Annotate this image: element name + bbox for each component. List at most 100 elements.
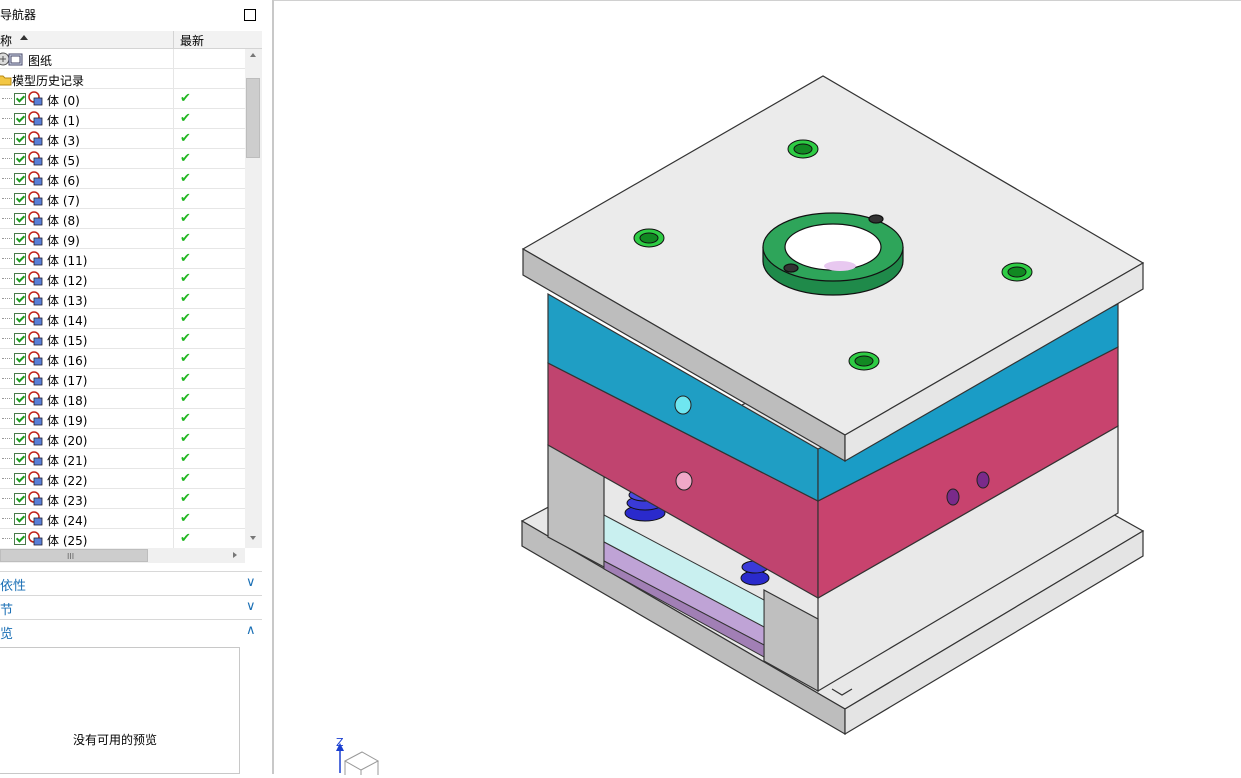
tree-row-body[interactable]: 体 (8) ✔ [0,209,245,229]
tree-row-body[interactable]: 体 (19) ✔ [0,409,245,429]
visibility-checkbox[interactable] [14,113,26,125]
maximize-icon[interactable] [244,9,256,21]
tree-row-body[interactable]: 体 (24) ✔ [0,509,245,529]
column-name-header[interactable]: 称 [0,32,12,49]
tree-row-body[interactable]: 体 (13) ✔ [0,289,245,309]
tree-row-body[interactable]: 体 (25) ✔ [0,529,245,548]
row-divider [173,149,174,169]
visibility-checkbox[interactable] [14,453,26,465]
scroll-thumb[interactable] [246,78,260,158]
solid-body-icon [28,411,43,426]
tree-connector [2,438,12,439]
tree-row-body[interactable]: 体 (9) ✔ [0,229,245,249]
visibility-checkbox[interactable] [14,133,26,145]
tree-row-body[interactable]: 体 (14) ✔ [0,309,245,329]
visibility-checkbox[interactable] [14,533,26,545]
bolt-hole [1001,262,1033,282]
tree-header: 称 最新 [0,31,262,49]
mold-base-model[interactable]: Z [274,1,1241,775]
chevron-down-icon[interactable]: ∨ [246,575,256,590]
column-latest-header[interactable]: 最新 [180,32,204,49]
panel-title: 览 [0,627,14,642]
tree-row-body[interactable]: 体 (18) ✔ [0,389,245,409]
visibility-checkbox[interactable] [14,493,26,505]
tree-row-body[interactable]: 体 (0) ✔ [0,89,245,109]
tree-vertical-scrollbar[interactable] [245,49,262,548]
visibility-checkbox[interactable] [14,373,26,385]
scroll-down-icon[interactable] [250,536,256,540]
row-divider [173,69,174,89]
graphics-window[interactable]: Z [274,0,1241,775]
visibility-checkbox[interactable] [14,213,26,225]
tree-item-label: 体 (15) [47,334,88,348]
tree-connector [2,258,12,259]
row-divider [173,189,174,209]
tree-row-body[interactable]: 体 (17) ✔ [0,369,245,389]
scroll-up-icon[interactable] [250,53,256,57]
tree-row-body[interactable]: 体 (16) ✔ [0,349,245,369]
tree-row-body[interactable]: 体 (1) ✔ [0,109,245,129]
model-tree[interactable]: 图纸 模型历史记录 体 (0) ✔ 体 (1) ✔ 体 (3) ✔ 体 (5) ✔ 体 (6) ✔… [0,49,245,548]
tree-row-body[interactable]: 体 (7) ✔ [0,189,245,209]
visibility-checkbox[interactable] [14,473,26,485]
scroll-right-icon[interactable] [233,552,237,558]
tree-row-body[interactable]: 体 (15) ✔ [0,329,245,349]
tree-row-body[interactable]: 体 (22) ✔ [0,469,245,489]
preview-panel-header[interactable]: 览 ∧ [0,619,262,642]
tree-row-body[interactable]: 体 (6) ✔ [0,169,245,189]
visibility-checkbox[interactable] [14,313,26,325]
tree-item-label: 体 (18) [47,394,88,408]
tree-item-label: 体 (9) [47,234,80,248]
up-to-date-check-icon: ✔ [180,211,191,226]
tree-connector [2,198,12,199]
tree-row-body[interactable]: 体 (11) ✔ [0,249,245,269]
visibility-checkbox[interactable] [14,413,26,425]
cooling-hole [674,395,692,415]
details-panel-header[interactable]: 节 ∨ [0,595,262,618]
visibility-checkbox[interactable] [14,93,26,105]
solid-body-icon [28,311,43,326]
solid-body-icon [28,291,43,306]
visibility-checkbox[interactable] [14,173,26,185]
visibility-checkbox[interactable] [14,153,26,165]
tree-row-model-history[interactable]: 模型历史记录 [0,69,245,89]
visibility-checkbox[interactable] [14,513,26,525]
visibility-checkbox[interactable] [14,233,26,245]
visibility-checkbox[interactable] [14,433,26,445]
tree-row-body[interactable]: 体 (12) ✔ [0,269,245,289]
visibility-checkbox[interactable] [14,353,26,365]
solid-body-icon [28,131,43,146]
tree-row-body[interactable]: 体 (23) ✔ [0,489,245,509]
preview-empty-message: 没有可用的预览 [73,733,158,747]
tree-row-body[interactable]: 体 (5) ✔ [0,149,245,169]
tree-item-label: 体 (20) [47,434,88,448]
navigator-title: 导航器 [0,8,37,22]
tree-connector [2,158,12,159]
row-divider [173,49,174,69]
visibility-checkbox[interactable] [14,273,26,285]
hscroll-grip: III [67,552,75,561]
z-axis-label: Z [336,736,344,749]
hscroll-thumb[interactable]: III [0,549,148,562]
tree-row-body[interactable]: 体 (20) ✔ [0,429,245,449]
visibility-checkbox[interactable] [14,193,26,205]
dependencies-panel-header[interactable]: 依性 ∨ [0,571,262,594]
tree-connector [2,238,12,239]
visibility-checkbox[interactable] [14,393,26,405]
visibility-checkbox[interactable] [14,333,26,345]
tree-connector [2,218,12,219]
solid-body-icon [28,491,43,506]
tree-row-body[interactable]: 体 (21) ✔ [0,449,245,469]
tree-horizontal-scrollbar[interactable]: III [0,548,245,563]
tree-item-label: 体 (21) [47,454,88,468]
visibility-checkbox[interactable] [14,293,26,305]
chevron-down-icon[interactable]: ∨ [246,599,256,614]
up-to-date-check-icon: ✔ [180,151,191,166]
visibility-checkbox[interactable] [14,253,26,265]
up-to-date-check-icon: ✔ [180,271,191,286]
tree-item-label: 体 (24) [47,514,88,528]
sort-ascending-icon[interactable] [20,35,28,40]
chevron-up-icon[interactable]: ∧ [246,623,256,638]
tree-row-drawing[interactable]: 图纸 [0,49,245,69]
tree-row-body[interactable]: 体 (3) ✔ [0,129,245,149]
